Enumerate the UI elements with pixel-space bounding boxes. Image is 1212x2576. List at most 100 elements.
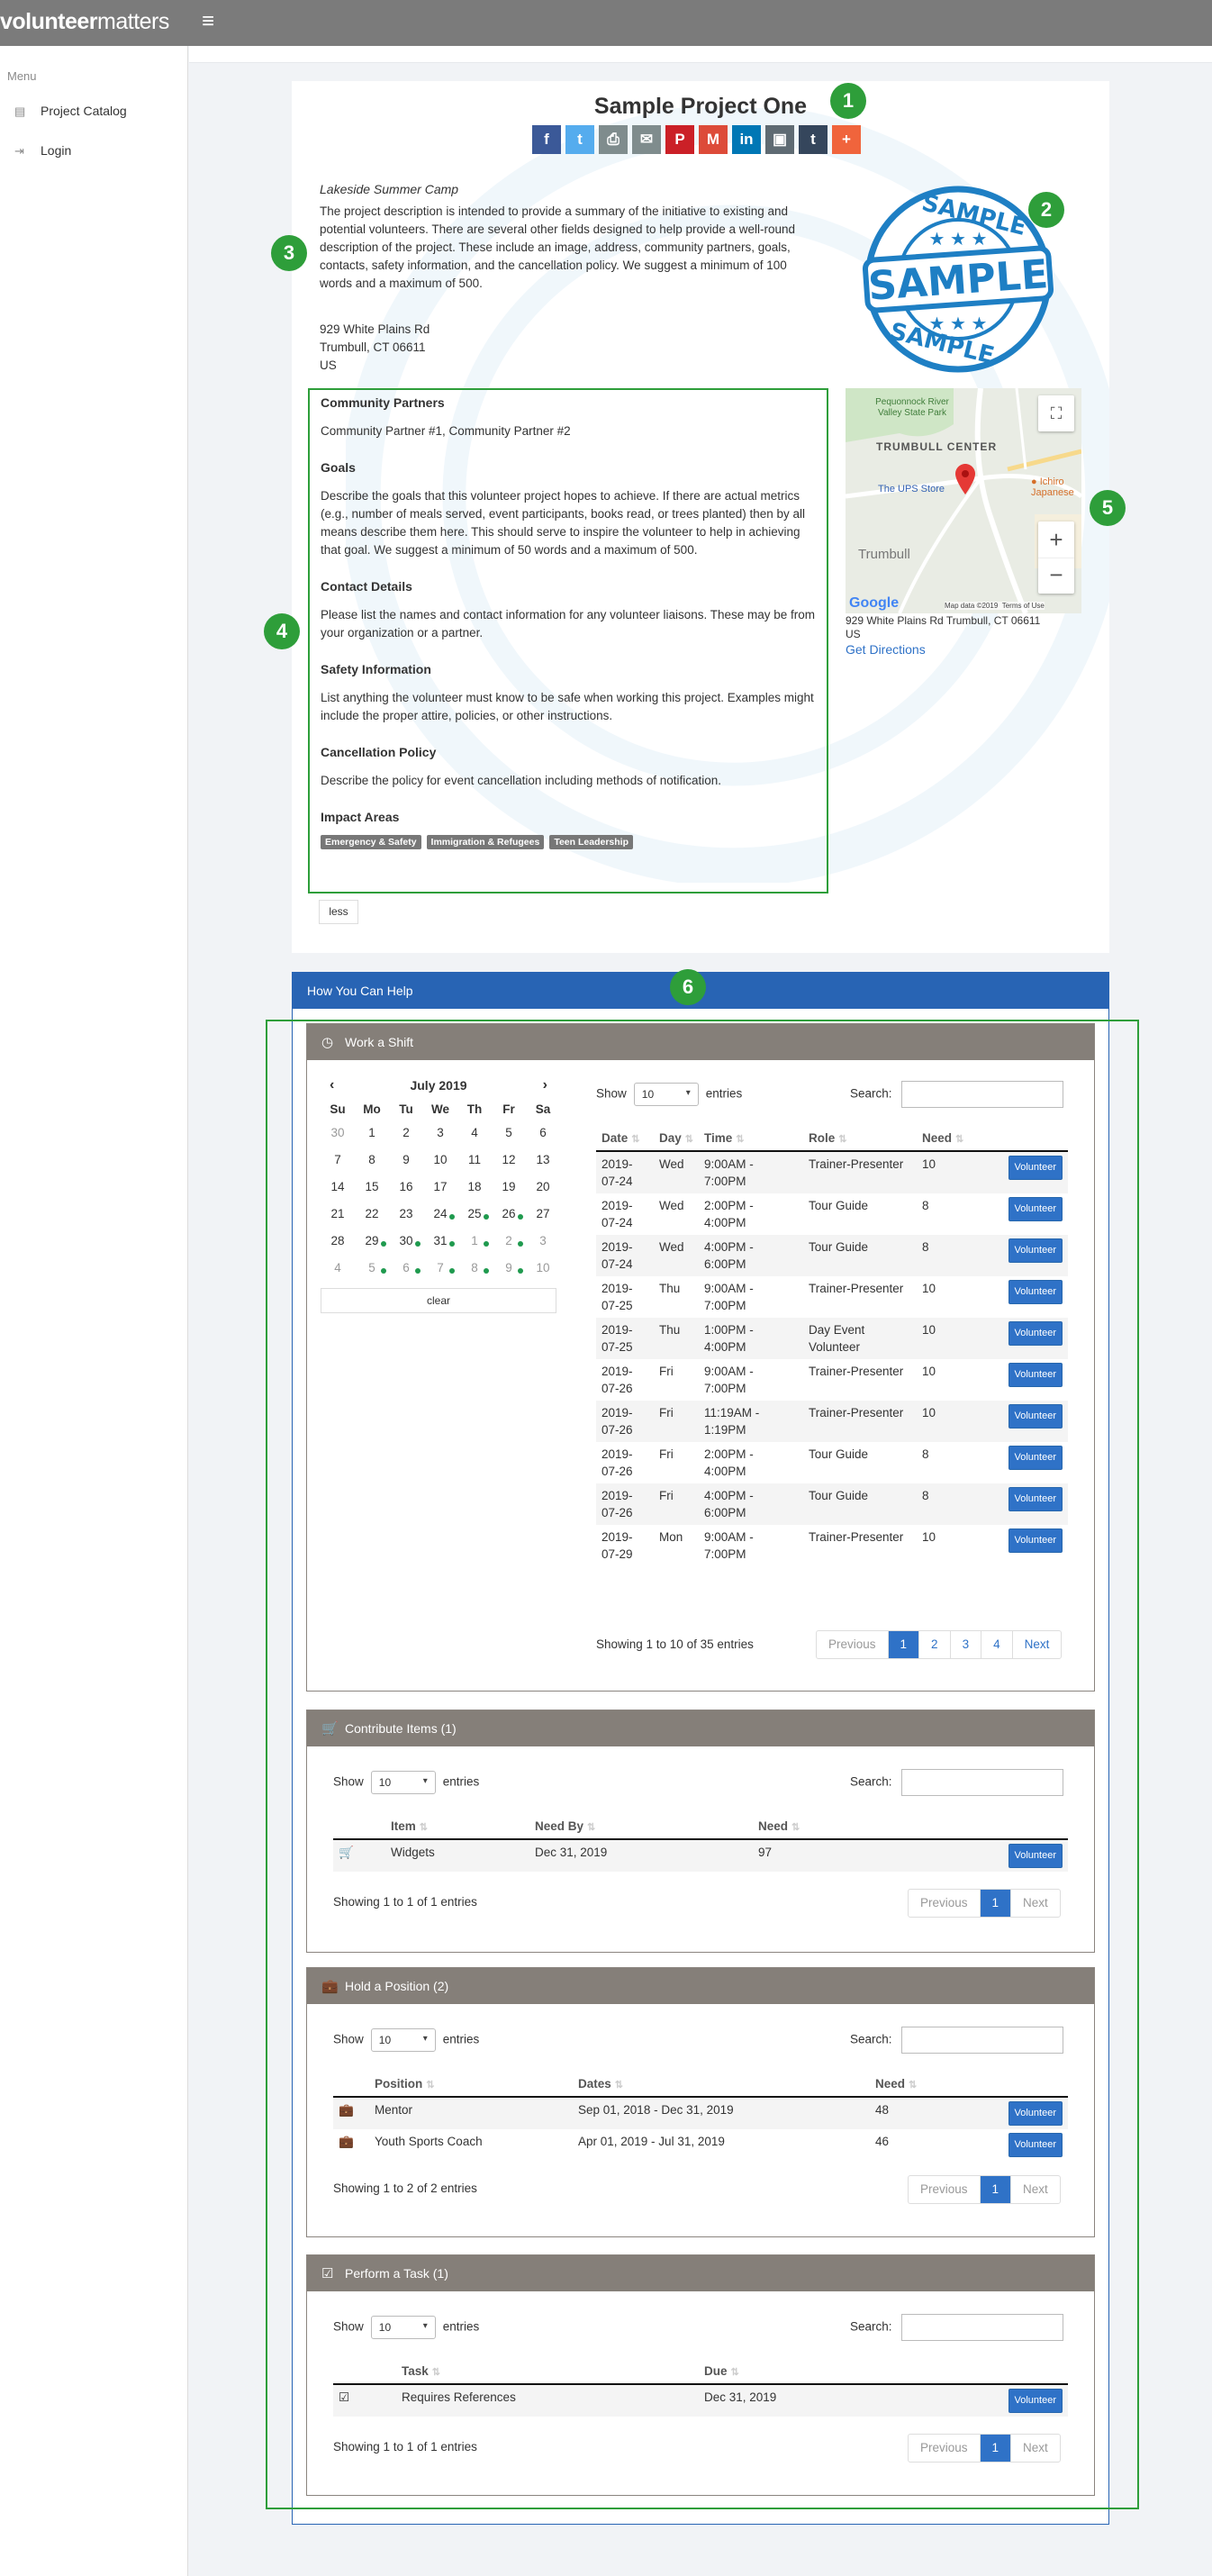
shifts-search-input[interactable] <box>900 1081 1063 1108</box>
pinterest-share-icon[interactable]: P <box>665 125 694 154</box>
email-share-icon[interactable]: ✉ <box>632 125 661 154</box>
col-need[interactable]: Need ⇅ <box>753 1814 888 1840</box>
pager-next[interactable]: Next <box>1013 1631 1062 1658</box>
volunteer-button[interactable]: Volunteer <box>1008 1528 1063 1553</box>
col-due[interactable]: Due ⇅ <box>699 2359 897 2385</box>
gmail-share-icon[interactable]: M <box>699 125 728 154</box>
pager-page[interactable]: 4 <box>981 1631 1013 1658</box>
twitter-share-icon[interactable]: t <box>565 125 594 154</box>
col-dates[interactable]: Dates ⇅ <box>573 2072 870 2098</box>
pager-next[interactable]: Next <box>1011 2435 1060 2462</box>
calendar-day[interactable]: 31 <box>423 1230 457 1257</box>
col-position[interactable]: Position ⇅ <box>369 2072 573 2098</box>
calendar-clear-button[interactable]: clear <box>321 1288 556 1313</box>
calendar-day[interactable]: 5 <box>355 1257 389 1284</box>
volunteer-button[interactable]: Volunteer <box>1008 2133 1063 2157</box>
contribute-items-header[interactable]: 🛒 Contribute Items (1) <box>307 1710 1094 1746</box>
volunteer-button[interactable]: Volunteer <box>1008 1404 1063 1429</box>
calendar-day[interactable]: 5 <box>492 1122 526 1149</box>
calendar-day[interactable]: 13 <box>526 1149 560 1176</box>
pager-page[interactable]: 1 <box>980 2176 1012 2203</box>
hold-a-position-header[interactable]: 💼 Hold a Position (2) <box>307 1968 1094 2004</box>
pager-previous[interactable]: Previous <box>909 1890 981 1917</box>
calendar-day[interactable]: 7 <box>321 1149 355 1176</box>
pager-previous[interactable]: Previous <box>909 2435 981 2462</box>
calendar-day[interactable]: 8 <box>457 1257 492 1284</box>
col-need[interactable]: Need ⇅ <box>917 1126 980 1152</box>
col-item[interactable]: Item ⇅ <box>385 1814 529 1840</box>
zoom-in-icon[interactable]: + <box>1038 522 1074 558</box>
calendar-day[interactable]: 15 <box>355 1176 389 1203</box>
sidebar-item-login[interactable]: ⇥ Login <box>14 143 71 159</box>
calendar-day[interactable]: 6 <box>526 1122 560 1149</box>
calendar-day[interactable]: 30 <box>321 1122 355 1149</box>
hamburger-icon[interactable]: ≡ <box>202 9 214 34</box>
print-share-icon[interactable]: ⎙ <box>599 125 628 154</box>
work-a-shift-header[interactable]: ◷ Work a Shift <box>307 1024 1094 1060</box>
calendar-day[interactable]: 6 <box>389 1257 423 1284</box>
positions-entries-select[interactable]: 10 <box>370 2028 436 2052</box>
pager-page[interactable]: 2 <box>919 1631 951 1658</box>
calendar-day[interactable]: 19 <box>492 1176 526 1203</box>
positions-search-input[interactable] <box>900 2027 1063 2054</box>
volunteer-button[interactable]: Volunteer <box>1008 1197 1063 1221</box>
calendar-day[interactable]: 4 <box>321 1257 355 1284</box>
calendar-day[interactable]: 23 <box>389 1203 423 1230</box>
calendar-day[interactable]: 16 <box>389 1176 423 1203</box>
volunteer-button[interactable]: Volunteer <box>1008 1446 1063 1470</box>
get-directions-link[interactable]: Get Directions <box>846 642 926 657</box>
pager-next[interactable]: Next <box>1011 1890 1060 1917</box>
volunteer-button[interactable]: Volunteer <box>1008 1363 1063 1387</box>
shifts-entries-select[interactable]: 10 <box>633 1083 699 1106</box>
calendar-day[interactable]: 10 <box>526 1257 560 1284</box>
calendar-day[interactable]: 28 <box>321 1230 355 1257</box>
calendar-day[interactable]: 22 <box>355 1203 389 1230</box>
volunteer-button[interactable]: Volunteer <box>1008 1280 1063 1304</box>
linkedin-share-icon[interactable]: in <box>732 125 761 154</box>
calendar-day[interactable]: 24 <box>423 1203 457 1230</box>
pager-page[interactable]: 3 <box>951 1631 982 1658</box>
pager-next[interactable]: Next <box>1011 2176 1060 2203</box>
contribute-entries-select[interactable]: 10 <box>370 1771 436 1794</box>
col-need-by[interactable]: Need By ⇅ <box>529 1814 753 1840</box>
perform-a-task-header[interactable]: ☑ Perform a Task (1) <box>307 2255 1094 2291</box>
tasks-entries-select[interactable]: 10 <box>370 2316 436 2339</box>
calendar-day[interactable]: 14 <box>321 1176 355 1203</box>
volunteer-button[interactable]: Volunteer <box>1008 2389 1063 2413</box>
calendar-day[interactable]: 3 <box>526 1230 560 1257</box>
pager-page[interactable]: 1 <box>980 1890 1012 1917</box>
calendar-day[interactable]: 27 <box>526 1203 560 1230</box>
volunteer-button[interactable]: Volunteer <box>1008 1156 1063 1180</box>
pager-page[interactable]: 1 <box>980 2435 1012 2462</box>
google-classroom-share-icon[interactable]: ▣ <box>765 125 794 154</box>
calendar-day[interactable]: 8 <box>355 1149 389 1176</box>
calendar-day[interactable]: 9 <box>492 1257 526 1284</box>
volunteer-button[interactable]: Volunteer <box>1008 1487 1063 1511</box>
tasks-search-input[interactable] <box>900 2314 1063 2341</box>
calendar-day[interactable]: 17 <box>423 1176 457 1203</box>
pager-previous[interactable]: Previous <box>909 2176 981 2203</box>
sidebar-item-project-catalog[interactable]: ▤ Project Catalog <box>14 104 127 119</box>
pager-page[interactable]: 1 <box>888 1631 920 1658</box>
calendar-day[interactable]: 3 <box>423 1122 457 1149</box>
less-button[interactable]: less <box>319 900 358 924</box>
col-time[interactable]: Time ⇅ <box>699 1126 803 1152</box>
calendar-day[interactable]: 29 <box>355 1230 389 1257</box>
calendar-day[interactable]: 21 <box>321 1203 355 1230</box>
calendar-day[interactable]: 11 <box>457 1149 492 1176</box>
calendar-day[interactable]: 2 <box>492 1230 526 1257</box>
calendar-day[interactable]: 10 <box>423 1149 457 1176</box>
calendar-day[interactable]: 12 <box>492 1149 526 1176</box>
calendar-day[interactable]: 25 <box>457 1203 492 1230</box>
facebook-share-icon[interactable]: f <box>532 125 561 154</box>
more-share-icon[interactable]: + <box>832 125 861 154</box>
app-logo[interactable]: volunteermatters <box>0 9 169 35</box>
calendar-prev-icon[interactable]: ‹ <box>330 1075 334 1095</box>
volunteer-button[interactable]: Volunteer <box>1008 1844 1063 1868</box>
location-map[interactable]: Pequonnock River Valley State Park TRUMB… <box>846 388 1081 613</box>
calendar-day[interactable]: 26 <box>492 1203 526 1230</box>
col-need[interactable]: Need ⇅ <box>870 2072 951 2098</box>
calendar-day[interactable]: 18 <box>457 1176 492 1203</box>
pager-previous[interactable]: Previous <box>817 1631 889 1658</box>
tumblr-share-icon[interactable]: t <box>799 125 828 154</box>
